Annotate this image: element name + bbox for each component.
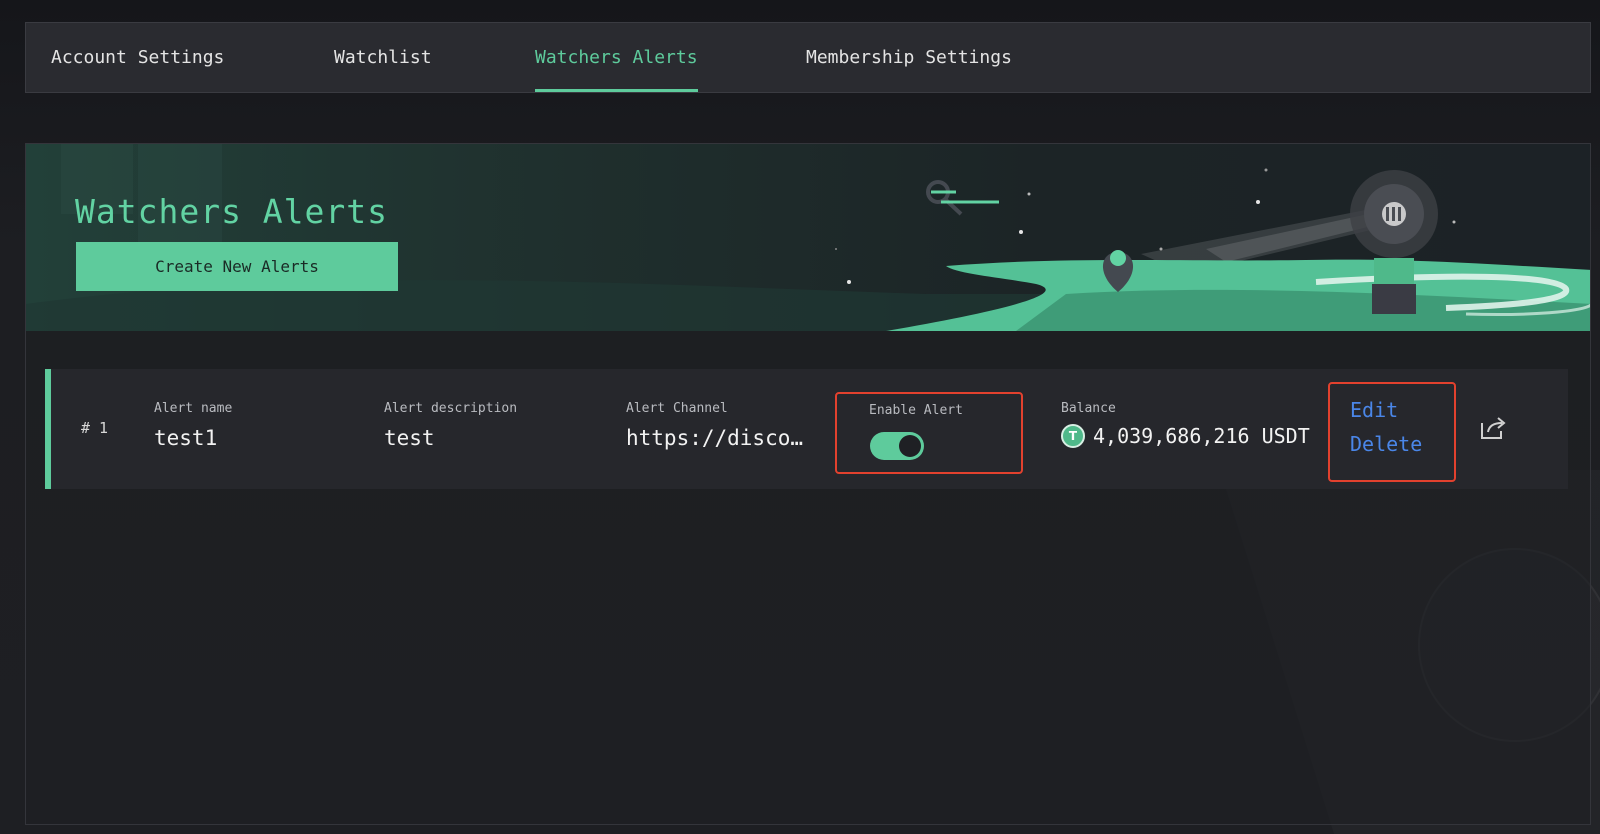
alert-name-value: test1 (154, 426, 218, 450)
enable-alert-toggle[interactable] (870, 432, 924, 460)
tab-label: Account Settings (51, 47, 225, 68)
create-new-alerts-button[interactable]: Create New Alerts (76, 242, 398, 291)
tab-watchers-alerts[interactable]: Watchers Alerts (535, 23, 698, 92)
alert-name-cell: Alert name test1 (154, 401, 232, 450)
tab-watchlist[interactable]: Watchlist (334, 23, 432, 92)
edit-link[interactable]: Edit (1350, 398, 1454, 422)
tab-label: Watchlist (334, 47, 432, 68)
alerts-banner: Watchers Alerts Create New Alerts (26, 144, 1590, 331)
page-title: Watchers Alerts (75, 192, 389, 231)
alert-channel-cell: Alert Channel https://disco… (626, 401, 803, 450)
tab-label: Watchers Alerts (535, 47, 698, 68)
settings-tab-bar: Account Settings Watchlist Watchers Aler… (25, 22, 1591, 93)
alert-channel-label: Alert Channel (626, 401, 728, 416)
tab-label: Membership Settings (806, 47, 1012, 68)
alert-description-label: Alert description (384, 401, 518, 416)
balance-cell: Balance T 4,039,686,216 USDT (1061, 401, 1310, 448)
enable-alert-highlight: Enable Alert (835, 392, 1023, 474)
alert-index: # 1 (81, 419, 109, 437)
alert-name-label: Alert name (154, 401, 233, 416)
share-icon[interactable] (1479, 415, 1507, 441)
alert-description-cell: Alert description test (384, 401, 517, 450)
alert-channel-value: https://disco… (626, 426, 804, 450)
edit-delete-highlight: Edit Delete (1328, 382, 1456, 482)
balance-label: Balance (1061, 401, 1116, 416)
page: Account Settings Watchlist Watchers Aler… (0, 0, 1600, 834)
alert-description-value: test (384, 426, 435, 450)
banner-illustration (26, 144, 1590, 331)
tab-account-settings[interactable]: Account Settings (51, 23, 224, 92)
enable-alert-label: Enable Alert (869, 403, 963, 418)
toggle-knob (899, 435, 921, 457)
alert-row: # 1 Alert name test1 Alert description t… (45, 369, 1568, 489)
balance-value: 4,039,686,216 USDT (1093, 424, 1310, 448)
tether-coin-icon: T (1061, 424, 1085, 448)
delete-link[interactable]: Delete (1350, 432, 1454, 456)
alerts-panel: Watchers Alerts Create New Alerts # 1 Al… (25, 143, 1591, 825)
balance-line: T 4,039,686,216 USDT (1061, 424, 1310, 448)
tab-membership-settings[interactable]: Membership Settings (806, 23, 1012, 92)
